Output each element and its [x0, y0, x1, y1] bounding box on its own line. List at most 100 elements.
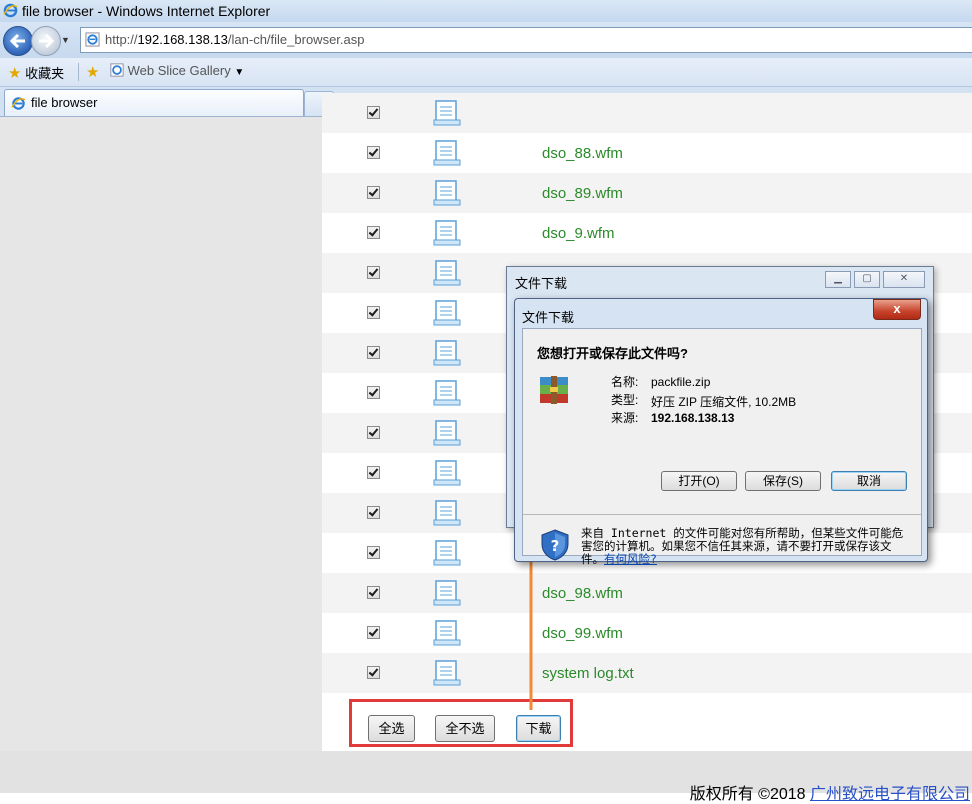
web-slice-label: Web Slice Gallery	[127, 63, 231, 78]
file-checkbox[interactable]	[367, 346, 380, 359]
url-prefix: http://	[105, 32, 138, 47]
file-name-link[interactable]: dso_89.wfm	[542, 185, 623, 202]
page-footer: 版权所有 ©2018 广州致远电子有限公司	[0, 751, 972, 803]
web-slice-icon	[110, 63, 124, 77]
file-checkbox[interactable]	[367, 466, 380, 479]
file-name-link[interactable]: system log.txt	[542, 665, 634, 682]
file-row: dso_99.wfm	[322, 613, 972, 653]
name-label: 名称:	[611, 375, 639, 389]
document-icon	[433, 580, 461, 606]
copyright-text: 版权所有 ©2018 广州致远电子有限公司	[690, 780, 970, 804]
dialog-title: 文件下载	[522, 310, 575, 325]
file-checkbox[interactable]	[367, 186, 380, 199]
page-ie-icon	[85, 32, 100, 47]
document-icon	[433, 140, 461, 166]
star-icon: ★	[8, 65, 22, 82]
document-icon	[433, 300, 461, 326]
file-name-link[interactable]: dso_98.wfm	[542, 585, 623, 602]
recent-pages-dropdown-icon[interactable]: ▼	[61, 35, 70, 45]
favorites-button[interactable]: ★ 收藏夹	[8, 63, 64, 82]
file-checkbox[interactable]	[367, 666, 380, 679]
tab-ie-icon	[11, 97, 26, 110]
dropdown-arrow-icon: ▼	[234, 67, 245, 78]
file-name-link[interactable]: dso_9.wfm	[542, 225, 615, 242]
document-icon	[433, 100, 461, 126]
tab-label: file browser	[31, 95, 98, 110]
forward-arrow-icon	[39, 34, 54, 48]
file-row: system log.txt	[322, 653, 972, 693]
web-slice-gallery-link[interactable]: Web Slice Gallery ▼	[110, 63, 244, 78]
file-checkbox[interactable]	[367, 306, 380, 319]
document-icon	[433, 180, 461, 206]
window-title: file browser - Windows Internet Explorer	[22, 3, 271, 19]
type-value: 好压 ZIP 压缩文件, 10.2MB	[651, 395, 797, 409]
download-button[interactable]: 下载	[516, 715, 561, 742]
from-label: 来源:	[611, 411, 639, 425]
file-row	[322, 93, 972, 133]
minimize-button[interactable]: ▁	[825, 271, 851, 288]
file-download-dialog: 文件下载 x 您想打开或保存此文件吗? 名称: packfile.zip 类型:…	[514, 298, 928, 566]
dialog-question: 您想打开或保存此文件吗?	[537, 346, 688, 361]
file-row: dso_9.wfm	[322, 213, 972, 253]
url-host: 192.168.138.13	[137, 32, 228, 47]
zip-archive-icon	[540, 376, 568, 404]
file-checkbox[interactable]	[367, 106, 380, 119]
cancel-button[interactable]: 取消	[831, 471, 907, 491]
address-input[interactable]: http://192.168.138.13/lan-ch/file_browse…	[80, 27, 972, 53]
file-checkbox[interactable]	[367, 146, 380, 159]
window-titlebar: file browser - Windows Internet Explorer	[0, 0, 972, 22]
back-button[interactable]	[3, 26, 33, 56]
favorites-label: 收藏夹	[25, 66, 65, 81]
copyright-prefix: 版权所有 ©2018	[689, 786, 810, 803]
document-icon	[433, 620, 461, 646]
file-checkbox[interactable]	[367, 546, 380, 559]
file-name-link[interactable]: dso_99.wfm	[542, 625, 623, 642]
open-button[interactable]: 打开(O)	[661, 471, 737, 491]
dialog-close-button[interactable]: x	[873, 299, 921, 320]
file-row: dso_89.wfm	[322, 173, 972, 213]
file-checkbox[interactable]	[367, 386, 380, 399]
document-icon	[433, 500, 461, 526]
tab-file-browser[interactable]: file browser	[4, 89, 304, 116]
file-checkbox[interactable]	[367, 586, 380, 599]
file-checkbox[interactable]	[367, 266, 380, 279]
save-button[interactable]: 保存(S)	[745, 471, 821, 491]
document-icon	[433, 260, 461, 286]
name-value: packfile.zip	[651, 375, 711, 389]
document-icon	[433, 220, 461, 246]
file-row: dso_88.wfm	[322, 133, 972, 173]
svg-text:?: ?	[551, 537, 560, 555]
toolbar-separator	[78, 63, 79, 81]
back-close-button[interactable]: ✕	[883, 271, 925, 288]
forward-button[interactable]	[31, 26, 61, 56]
left-panel	[0, 117, 322, 751]
file-name-link[interactable]: dso_88.wfm	[542, 145, 623, 162]
type-label: 类型:	[611, 393, 639, 407]
file-checkbox[interactable]	[367, 426, 380, 439]
file-row: dso_98.wfm	[322, 573, 972, 613]
dialog-body: 您想打开或保存此文件吗? 名称: packfile.zip 类型: 好压 ZIP…	[522, 328, 922, 566]
ie-logo-icon	[3, 3, 18, 18]
risk-link[interactable]: 有何风险?	[604, 552, 657, 566]
file-checkbox[interactable]	[367, 506, 380, 519]
company-link[interactable]: 广州致远电子有限公司	[810, 786, 970, 803]
document-icon	[433, 340, 461, 366]
back-arrow-icon	[10, 34, 25, 48]
add-favorite-button[interactable]: ★	[86, 63, 99, 81]
annotation-arrow-icon	[520, 540, 542, 710]
favorites-bar: ★ 收藏夹 ★ Web Slice Gallery ▼	[0, 58, 972, 87]
file-checkbox[interactable]	[367, 626, 380, 639]
url-path: /lan-ch/file_browser.asp	[227, 32, 365, 47]
from-value: 192.168.138.13	[651, 411, 735, 425]
document-icon	[433, 380, 461, 406]
select-none-button[interactable]: 全不选	[435, 715, 495, 742]
document-icon	[433, 540, 461, 566]
add-to-favorites-icon: ★	[86, 64, 100, 81]
file-checkbox[interactable]	[367, 226, 380, 239]
select-all-button[interactable]: 全选	[368, 715, 415, 742]
address-toolbar: ▼ http://192.168.138.13/lan-ch/file_brow…	[0, 22, 972, 58]
document-icon	[433, 420, 461, 446]
document-icon	[433, 660, 461, 686]
maximize-button[interactable]: ▢	[854, 271, 880, 288]
security-warning: 来自 Internet 的文件可能对您有所帮助，但某些文件可能危害您的计算机。如…	[581, 527, 911, 566]
